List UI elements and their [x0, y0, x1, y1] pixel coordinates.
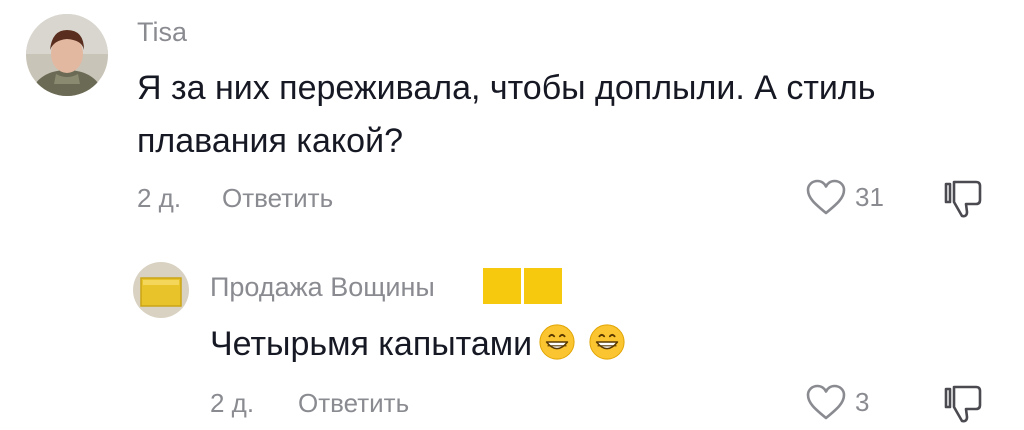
- wax-sheet-avatar-icon: [133, 262, 189, 318]
- heart-icon: [806, 384, 846, 420]
- like-button[interactable]: 31: [805, 178, 884, 216]
- thumbs-down-icon: [944, 385, 982, 423]
- dislike-button[interactable]: [940, 176, 986, 225]
- comment-text-line: Я за них переживала, чтобы доплыли. А ст…: [137, 69, 876, 107]
- thumbs-down-icon: [944, 180, 982, 218]
- comment-text-content: Четырьмя капытами: [210, 325, 533, 363]
- comment-username[interactable]: Продажа Вощины: [210, 272, 435, 303]
- like-button[interactable]: 3: [805, 383, 869, 421]
- comment-username[interactable]: Tisa: [137, 17, 187, 48]
- avatar[interactable]: [26, 14, 108, 96]
- comment-timestamp: 2 д.: [210, 388, 255, 418]
- grinning-face-emoji-icon: [589, 324, 625, 360]
- like-count: 3: [855, 386, 870, 417]
- username-badge: [483, 268, 562, 304]
- yellow-square-icon: [524, 268, 562, 304]
- yellow-square-icon: [483, 268, 521, 304]
- grinning-face-emoji-icon: [539, 324, 575, 360]
- comment-timestamp: 2 д.: [137, 183, 182, 213]
- avatar[interactable]: [133, 262, 189, 318]
- dislike-button[interactable]: [940, 381, 986, 430]
- reply-button[interactable]: Ответить: [222, 183, 333, 214]
- comment-text-line: плавания какой?: [137, 122, 403, 160]
- like-count: 31: [855, 181, 884, 212]
- heart-icon: [806, 179, 846, 215]
- user-photo-avatar-icon: [26, 14, 108, 96]
- comment-text: Я за них переживала, чтобы доплыли. А ст…: [137, 62, 875, 168]
- reply-button[interactable]: Ответить: [298, 388, 409, 419]
- comment-text: Четырьмя капытами: [210, 318, 626, 371]
